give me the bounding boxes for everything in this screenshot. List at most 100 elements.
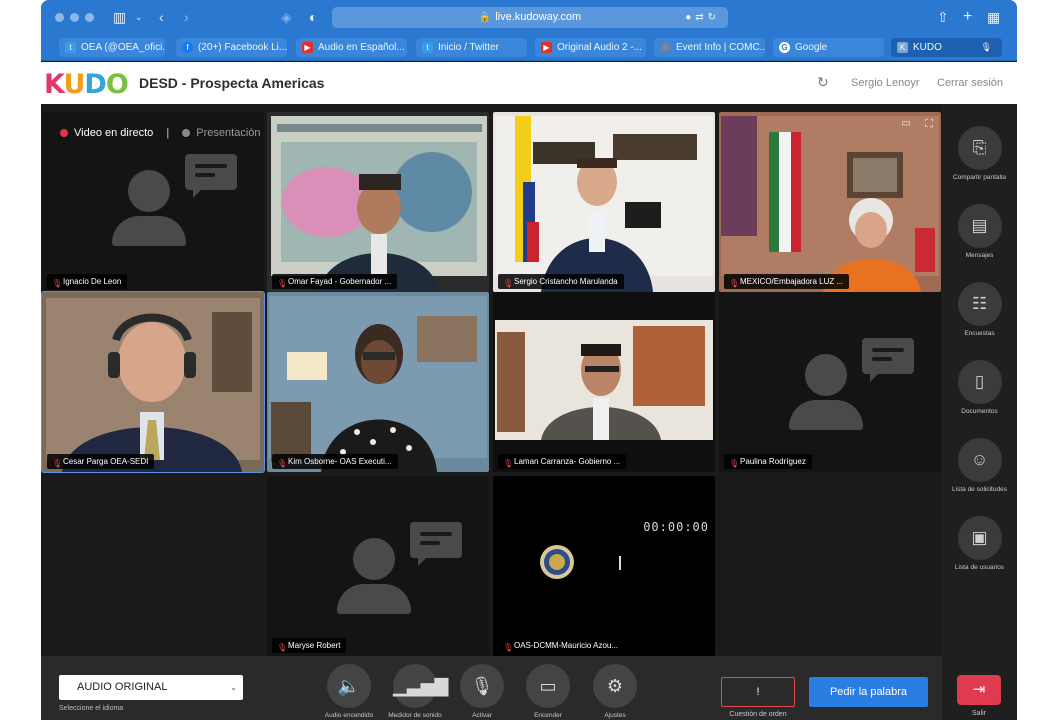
share-screen-button[interactable]: ⎘ Compartir pantalla <box>942 126 1017 181</box>
polls-icon: ☷ <box>957 282 1002 326</box>
avatar-placeholder-icon <box>785 354 865 434</box>
microphone-icon: 🎙 <box>980 42 992 52</box>
view-mode-toggle[interactable]: Video en directo | Presentación <box>60 127 261 139</box>
event-icon: ◌ <box>660 42 671 53</box>
participant-tile[interactable]: 🎙 Laman Carranza- Gobierno ... <box>493 292 715 472</box>
google-icon: G <box>779 42 790 53</box>
muted-mic-icon: 🎙 <box>503 643 514 652</box>
youtube-icon: ▶ <box>302 42 313 53</box>
share-icon[interactable]: ⇧ <box>937 8 949 26</box>
browser-toolbar: ▥ ⌄ ‹ › ◈ ◐ 🔒 live.kudoway.com ●⇄↻ ⇧ + ▦ <box>41 0 1017 34</box>
new-tab-icon[interactable]: + <box>963 8 972 26</box>
polls-button[interactable]: ☷ Encuestas <box>942 282 1017 337</box>
chat-bubble-icon <box>862 338 914 382</box>
participant-tile[interactable]: 🎙 Sergio Cristancho Marulanda <box>493 112 715 292</box>
requests-icon: ☺ <box>957 438 1002 482</box>
twitter-icon: t <box>422 42 433 53</box>
participant-name-label: 🎙 OAS-DCMM-Mauricio Azou... <box>498 638 625 653</box>
participant-tile[interactable]: 🎙 Maryse Robert <box>267 476 489 656</box>
live-video-option[interactable]: Video en directo <box>74 127 153 139</box>
muted-mic-icon: 🎙 <box>52 459 63 468</box>
sidebar-toggle-icon[interactable]: ▥ <box>113 8 126 26</box>
user-name[interactable]: Sergio Lenoyr <box>851 77 920 89</box>
participant-tile[interactable]: 🎙 Paulina Rodríguez <box>719 292 941 472</box>
muted-mic-icon: 🎙 <box>729 279 740 288</box>
participant-name-label: 🎙 MEXICO/Embajadora LUZ ... <box>724 274 850 289</box>
request-floor-button[interactable]: Pedir la palabra <box>809 677 928 707</box>
privacy-icon[interactable]: ◈ <box>281 8 292 26</box>
twitter-icon: t <box>65 42 76 53</box>
reload-icon[interactable]: ●⇄↻ <box>685 7 720 28</box>
chevron-down-icon[interactable]: ⌄ <box>135 8 143 26</box>
exit-button[interactable]: ⇥ <box>957 675 1001 705</box>
video-feed <box>493 112 715 292</box>
fullscreen-icon[interactable]: ⛶ <box>925 118 933 131</box>
pip-icon[interactable]: ▭ <box>902 118 911 129</box>
documents-button[interactable]: ▯ Documentos <box>942 360 1017 415</box>
muted-mic-icon: 🎙 <box>52 279 63 288</box>
participant-tile[interactable]: 🎙 Kim Osborne- OAS Executi... <box>267 292 489 472</box>
tab-audio-espanol[interactable]: ▶ Audio en Español... <box>296 38 407 57</box>
side-panel: ⎘ Compartir pantalla ▤ Mensajes ☷ Encuestas… <box>942 104 1017 720</box>
chat-bubble-icon <box>185 154 237 198</box>
camera-icon: ▭ <box>526 664 570 708</box>
app-header: KUDO DESD - Prospecta Americas ↻ Sergio … <box>41 62 1017 104</box>
event-title: DESD - Prospecta Americas <box>139 75 325 91</box>
close-window-button[interactable] <box>55 13 64 22</box>
tab-overview-icon[interactable]: ▦ <box>987 8 1000 26</box>
participant-tile[interactable]: 🎙 Omar Fayad - Gobernador ... <box>267 112 489 292</box>
settings-icon: ⚙ <box>593 664 637 708</box>
chat-bubble-icon <box>410 522 462 566</box>
tab-kudo[interactable]: K KUDO 🎙 <box>891 38 1002 57</box>
zoom-window-button[interactable] <box>85 13 94 22</box>
point-of-order-label: Cuestión de orden <box>729 711 787 718</box>
messages-button[interactable]: ▤ Mensajes <box>942 204 1017 259</box>
share-screen-icon: ⎘ <box>957 126 1002 170</box>
presentation-option[interactable]: Presentación <box>196 127 260 139</box>
logout-link[interactable]: Cerrar sesión <box>937 77 1003 89</box>
back-icon[interactable]: ‹ <box>159 8 164 26</box>
tab-google[interactable]: G Google <box>773 38 884 57</box>
language-select[interactable]: AUDIO ORIGINAL ⌄ <box>59 675 243 700</box>
sound-meter-button[interactable]: ▁▃▅▇ Medidor de sonido <box>385 664 448 719</box>
youtube-icon: ▶ <box>541 42 552 53</box>
avatar-placeholder-icon <box>333 538 413 618</box>
browser-window: ▥ ⌄ ‹ › ◈ ◐ 🔒 live.kudoway.com ●⇄↻ ⇧ + ▦ … <box>41 0 1017 720</box>
tab-twitter-home[interactable]: t Inicio / Twitter <box>416 38 527 57</box>
microphone-icon: 🎙 <box>460 664 504 708</box>
point-of-order-button[interactable]: ! <box>721 677 795 707</box>
address-bar[interactable]: 🔒 live.kudoway.com ●⇄↻ <box>332 7 728 28</box>
tab-original-audio[interactable]: ▶ Original Audio 2 -... <box>535 38 646 57</box>
forward-icon[interactable]: › <box>184 8 189 26</box>
participant-name-label: 🎙 Kim Osborne- OAS Executi... <box>272 454 398 469</box>
participant-tile[interactable]: 🎙 Cesar Parga OEA-SEDI <box>41 291 265 473</box>
tab-facebook[interactable]: f (20+) Facebook Li... <box>176 38 287 57</box>
language-caption: Seleccione el idioma <box>59 705 124 712</box>
participant-tile[interactable]: Video en directo | Presentación 🎙 Ignacio… <box>42 112 264 292</box>
speaker-icon: 🔈 <box>327 664 371 708</box>
shield-icon[interactable]: ◐ <box>309 8 317 26</box>
participant-tile[interactable]: 00:00:00 🎙 OAS-DCMM-Mauricio Azou... <box>493 476 715 656</box>
muted-mic-icon: 🎙 <box>277 279 288 288</box>
settings-button[interactable]: ⚙ Ajustes <box>585 664 645 719</box>
mic-activate-button[interactable]: 🎙 Activar <box>452 664 512 719</box>
muted-mic-icon: 🎙 <box>277 643 288 652</box>
video-feed <box>42 292 264 472</box>
video-feed <box>493 292 715 472</box>
live-dot-icon <box>60 129 68 138</box>
participant-name-label: 🎙 Cesar Parga OEA-SEDI <box>47 454 155 469</box>
sound-meter-icon: ▁▃▅▇ <box>393 664 448 708</box>
video-stage: Video en directo | Presentación 🎙 Ignacio… <box>41 104 942 656</box>
tab-oea-twitter[interactable]: t OEA (@OEA_ofici... <box>59 38 165 57</box>
participant-tile[interactable]: ⛶ ▭ 🎙 MEXICO/Embajadora LUZ ... <box>719 112 941 292</box>
camera-button[interactable]: ▭ Encender <box>518 664 578 719</box>
url-text: live.kudoway.com <box>495 11 582 23</box>
minimize-window-button[interactable] <box>70 13 79 22</box>
users-list-button[interactable]: ▣ Lista de usuarios <box>942 516 1017 571</box>
tab-event-info[interactable]: ◌ Event Info | COMC... <box>654 38 765 57</box>
participant-name-label: 🎙 Sergio Cristancho Marulanda <box>498 274 624 289</box>
refresh-icon[interactable]: ↻ <box>817 74 829 91</box>
requests-list-button[interactable]: ☺ Lista de solicitudes <box>942 438 1017 493</box>
messages-icon: ▤ <box>957 204 1002 248</box>
audio-toggle-button[interactable]: 🔈 Audio encendido <box>319 664 379 719</box>
